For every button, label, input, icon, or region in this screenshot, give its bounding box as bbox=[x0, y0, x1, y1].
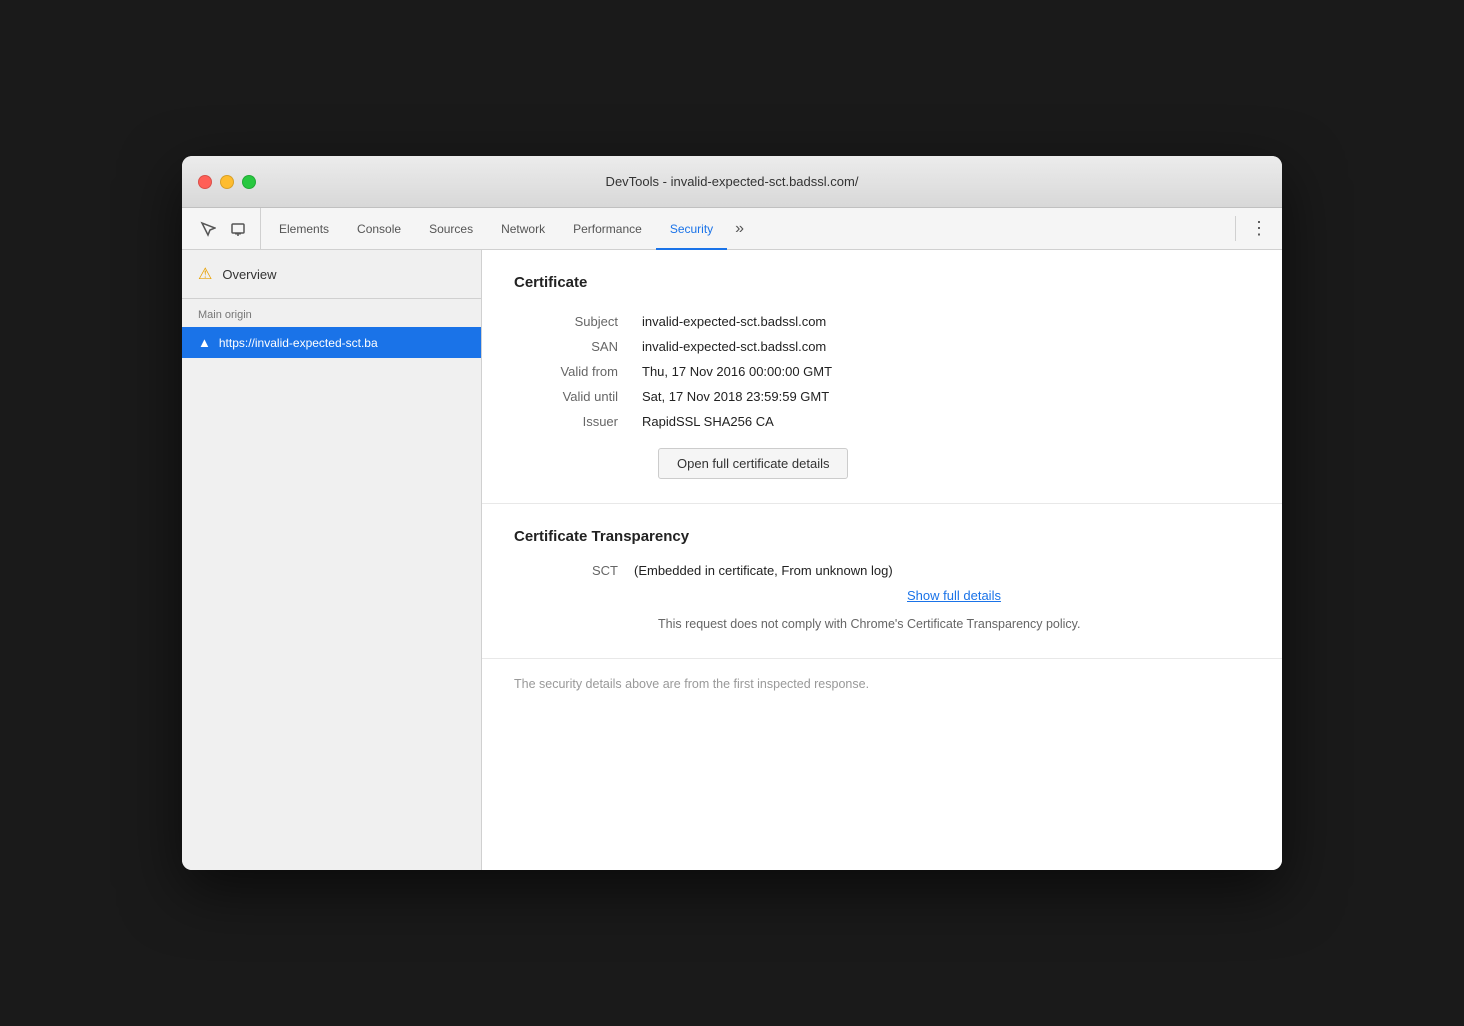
devtools-window: DevTools - invalid-expected-sct.badssl.c… bbox=[182, 156, 1282, 870]
maximize-button[interactable] bbox=[242, 175, 256, 189]
sct-value: (Embedded in certificate, From unknown l… bbox=[634, 563, 893, 578]
cert-subject-row: Subject invalid-expected-sct.badssl.com bbox=[514, 309, 1250, 334]
cert-valid-until-label: Valid until bbox=[514, 384, 634, 409]
warning-icon: ⚠ bbox=[198, 264, 212, 284]
sct-row: SCT (Embedded in certificate, From unkno… bbox=[514, 563, 1250, 578]
title-bar: DevTools - invalid-expected-sct.badssl.c… bbox=[182, 156, 1282, 208]
cert-issuer-row: Issuer RapidSSL SHA256 CA bbox=[514, 409, 1250, 434]
cert-valid-from-value: Thu, 17 Nov 2016 00:00:00 GMT bbox=[634, 359, 1250, 384]
sidebar-overview[interactable]: ⚠ Overview bbox=[182, 250, 481, 299]
cert-subject-value: invalid-expected-sct.badssl.com bbox=[634, 309, 1250, 334]
tab-console[interactable]: Console bbox=[343, 209, 415, 250]
overview-label: Overview bbox=[222, 267, 276, 282]
transparency-section: Certificate Transparency SCT (Embedded i… bbox=[482, 504, 1282, 659]
cert-valid-until-value: Sat, 17 Nov 2018 23:59:59 GMT bbox=[634, 384, 1250, 409]
origin-item[interactable]: ▲ https://invalid-expected-sct.ba bbox=[182, 327, 481, 358]
cert-issuer-value: RapidSSL SHA256 CA bbox=[634, 409, 1250, 434]
sidebar: ⚠ Overview Main origin ▲ https://invalid… bbox=[182, 250, 482, 870]
close-button[interactable] bbox=[198, 175, 212, 189]
toolbar: Elements Console Sources Network Perform… bbox=[182, 208, 1282, 250]
toolbar-icons bbox=[186, 208, 261, 249]
tab-network[interactable]: Network bbox=[487, 209, 559, 250]
inspect-icon[interactable] bbox=[194, 215, 222, 243]
main-area: ⚠ Overview Main origin ▲ https://invalid… bbox=[182, 250, 1282, 870]
show-full-details-link[interactable]: Show full details bbox=[658, 588, 1250, 603]
origin-url: https://invalid-expected-sct.ba bbox=[219, 336, 378, 350]
more-options-button[interactable]: ⋮ bbox=[1240, 208, 1278, 249]
policy-warning: This request does not comply with Chrome… bbox=[658, 615, 1250, 634]
cert-subject-label: Subject bbox=[514, 309, 634, 334]
main-origin-header: Main origin bbox=[182, 299, 481, 327]
cert-issuer-label: Issuer bbox=[514, 409, 634, 434]
minimize-button[interactable] bbox=[220, 175, 234, 189]
cert-valid-from-row: Valid from Thu, 17 Nov 2016 00:00:00 GMT bbox=[514, 359, 1250, 384]
more-tabs-button[interactable]: » bbox=[727, 208, 752, 249]
tab-performance[interactable]: Performance bbox=[559, 209, 656, 250]
device-icon[interactable] bbox=[224, 215, 252, 243]
certificate-section: Certificate Subject invalid-expected-sct… bbox=[482, 250, 1282, 504]
cert-san-value: invalid-expected-sct.badssl.com bbox=[634, 334, 1250, 359]
footer-note: The security details above are from the … bbox=[482, 659, 1282, 709]
tab-sources[interactable]: Sources bbox=[415, 209, 487, 250]
tab-security[interactable]: Security bbox=[656, 209, 727, 250]
traffic-lights bbox=[198, 175, 256, 189]
cert-valid-from-label: Valid from bbox=[514, 359, 634, 384]
certificate-table: Subject invalid-expected-sct.badssl.com … bbox=[514, 309, 1250, 434]
cert-san-row: SAN invalid-expected-sct.badssl.com bbox=[514, 334, 1250, 359]
sct-label: SCT bbox=[514, 563, 634, 578]
toolbar-separator bbox=[1235, 216, 1236, 241]
transparency-title: Certificate Transparency bbox=[514, 528, 1250, 545]
content-pane: Certificate Subject invalid-expected-sct… bbox=[482, 250, 1282, 870]
cert-san-label: SAN bbox=[514, 334, 634, 359]
tab-elements[interactable]: Elements bbox=[265, 209, 343, 250]
open-certificate-button[interactable]: Open full certificate details bbox=[658, 448, 848, 479]
window-title: DevTools - invalid-expected-sct.badssl.c… bbox=[606, 174, 859, 189]
cert-valid-until-row: Valid until Sat, 17 Nov 2018 23:59:59 GM… bbox=[514, 384, 1250, 409]
certificate-title: Certificate bbox=[514, 274, 1250, 291]
origin-warning-icon: ▲ bbox=[198, 335, 211, 350]
toolbar-spacer bbox=[752, 208, 1231, 249]
